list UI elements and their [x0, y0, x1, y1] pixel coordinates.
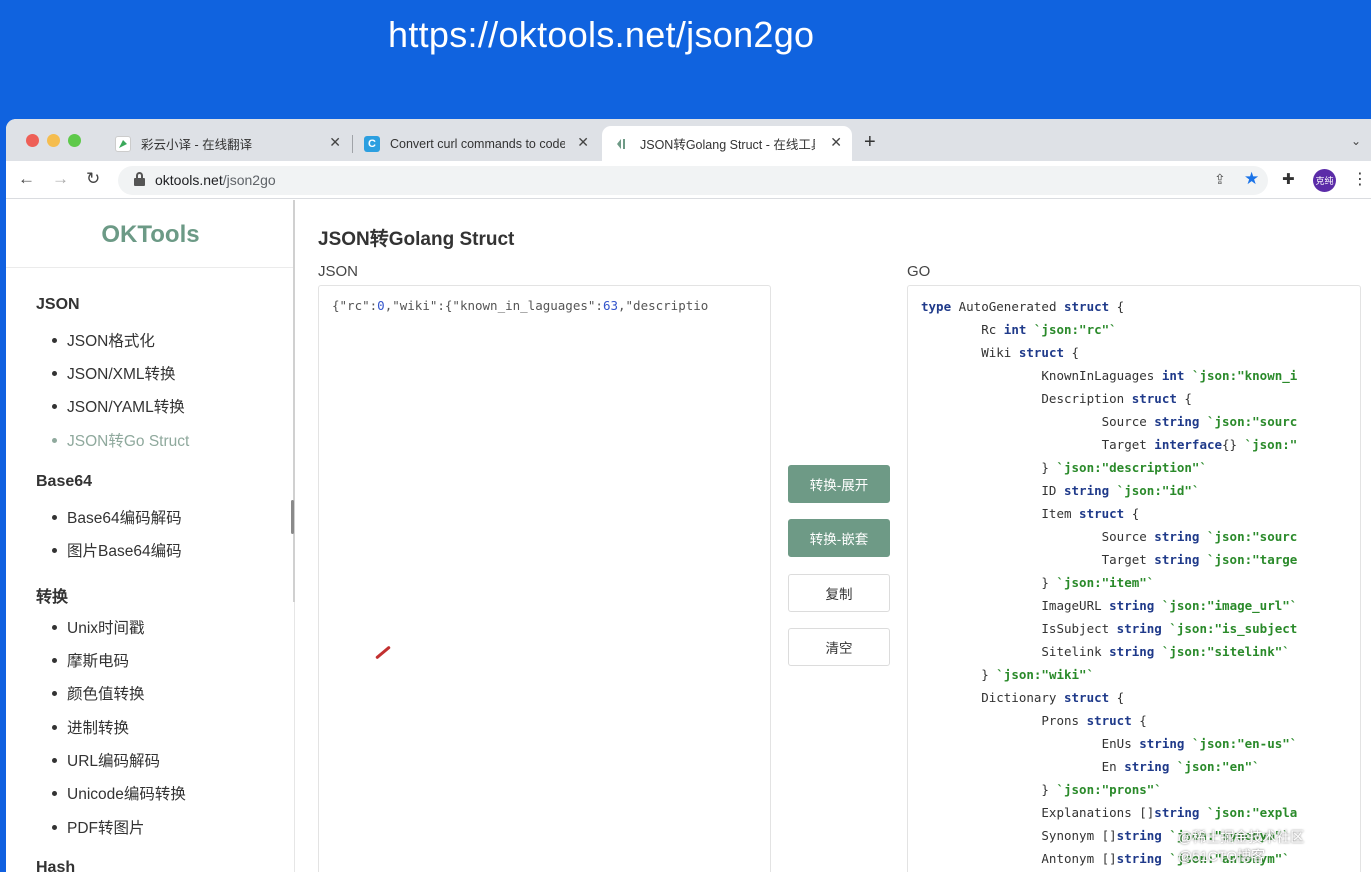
go-code-line: KnownInLaguages int `json:"known_i	[921, 368, 1298, 383]
sidebar-item-image-base64[interactable]: 图片Base64编码	[52, 539, 182, 561]
curlconverter-favicon-icon: C	[364, 135, 380, 152]
share-icon[interactable]: ⇪	[1214, 171, 1226, 188]
json-input-text: {"rc":0,"wiki":{"known_in_laguages":63,"…	[332, 298, 709, 313]
go-code-line: Sitelink string `json:"sitelink"`	[921, 644, 1290, 659]
sidebar-item-json-format[interactable]: JSON格式化	[52, 329, 155, 351]
lock-icon	[134, 172, 145, 186]
maximize-window-button[interactable]	[68, 134, 81, 147]
video-banner: https://oktools.net/json2go	[0, 0, 1371, 120]
go-code-line: Explanations []string `json:"expla	[921, 805, 1298, 820]
tab-caiyun[interactable]: 彩云小译 - 在线翻译 ✕	[106, 126, 351, 161]
convert-expand-button[interactable]: 转换-展开	[788, 465, 890, 503]
go-code-line: Dictionary struct {	[921, 690, 1125, 705]
go-code-line: ImageURL string `json:"image_url"`	[921, 598, 1298, 613]
sidebar-section-base64: Base64	[36, 473, 93, 490]
sidebar-item-json-go[interactable]: JSON转Go Struct	[52, 429, 189, 451]
sidebar-item-base64-codec[interactable]: Base64编码解码	[52, 506, 182, 528]
pen-cursor-icon	[375, 645, 391, 660]
browser-toolbar: ← → ↻ oktools.net/json2go ⇪ ★ ✚ 克纯 ⋮	[6, 161, 1371, 199]
bookmark-star-icon[interactable]: ★	[1244, 169, 1259, 189]
json-input-editor[interactable]: {"rc":0,"wiki":{"known_in_laguages":63,"…	[318, 285, 771, 872]
sidebar-item-morse[interactable]: 摩斯电码	[52, 649, 129, 671]
reload-icon[interactable]: ↻	[86, 169, 100, 189]
go-code-line: Wiki struct {	[921, 345, 1080, 360]
banner-url-text: https://oktools.net/json2go	[388, 14, 815, 55]
go-code-line: ID string `json:"id"`	[921, 483, 1200, 498]
go-code-line: En string `json:"en"`	[921, 759, 1260, 774]
address-bar[interactable]: oktools.net/json2go ⇪ ★	[118, 166, 1268, 195]
sidebar-section-convert: 转换	[36, 589, 69, 606]
tab-json2go[interactable]: JSON转Golang Struct - 在线工具 ✕	[602, 126, 852, 161]
browser-window: 彩云小译 - 在线翻译 ✕ C Convert curl commands to…	[6, 119, 1371, 872]
copy-button[interactable]: 复制	[788, 574, 890, 612]
convert-nested-button[interactable]: 转换-嵌套	[788, 519, 890, 557]
sidebar-scrollbar-track	[293, 200, 295, 602]
tab-title: 彩云小译 - 在线翻译	[141, 138, 253, 152]
go-code-line: } `json:"item"`	[921, 575, 1155, 590]
go-code-line: Source string `json:"sourc	[921, 414, 1298, 429]
sidebar-item-radix[interactable]: 进制转换	[52, 716, 129, 738]
extensions-puzzle-icon[interactable]: ✚	[1282, 170, 1295, 188]
close-tab-icon[interactable]: ✕	[577, 134, 589, 151]
go-code-line: } `json:"prons"`	[921, 782, 1162, 797]
tab-separator	[352, 135, 353, 153]
go-code-line: Item struct {	[921, 506, 1140, 521]
address-url[interactable]: oktools.net/json2go	[155, 172, 276, 188]
tab-curlconverter[interactable]: C Convert curl commands to code ✕	[354, 126, 599, 161]
sidebar-item-json-xml[interactable]: JSON/XML转换	[52, 362, 176, 384]
close-tab-icon[interactable]: ✕	[830, 134, 842, 151]
sidebar-item-json-yaml[interactable]: JSON/YAML转换	[52, 395, 185, 417]
tab-bar: 彩云小译 - 在线翻译 ✕ C Convert curl commands to…	[6, 119, 1371, 161]
close-window-button[interactable]	[26, 134, 39, 147]
back-arrow-icon[interactable]: ←	[18, 169, 35, 189]
watermark-line: @51CTO博客	[1178, 848, 1266, 864]
go-label: GO	[907, 263, 931, 280]
go-code-line: EnUs string `json:"en-us"`	[921, 736, 1298, 751]
watermark: @稀土掘金技术社区 @51CTO博客	[1178, 828, 1304, 866]
main-content: JSON转Golang Struct JSON GO {"rc":0,"wiki…	[296, 200, 1371, 872]
caiyun-favicon-icon	[115, 135, 131, 152]
sidebar-scrollbar-thumb[interactable]	[291, 500, 294, 534]
go-code-line: } `json:"description"`	[921, 460, 1207, 475]
sidebar-section-json: JSON	[36, 296, 80, 313]
go-code-line: Source string `json:"sourc	[921, 529, 1298, 544]
more-menu-icon[interactable]: ⋮	[1352, 169, 1368, 189]
page-title: JSON转Golang Struct	[318, 229, 515, 250]
new-tab-icon[interactable]: +	[864, 131, 876, 154]
close-tab-icon[interactable]: ✕	[329, 134, 341, 151]
forward-arrow-icon[interactable]: →	[52, 169, 69, 189]
json-label: JSON	[318, 263, 359, 280]
go-code-line: Rc int `json:"rc"`	[921, 322, 1117, 337]
clear-button[interactable]: 清空	[788, 628, 890, 666]
go-code-line: Target interface{} `json:"	[921, 437, 1298, 452]
go-code-line: IsSubject string `json:"is_subject	[921, 621, 1298, 636]
sidebar-item-unicode[interactable]: Unicode编码转换	[52, 782, 186, 804]
chevron-down-icon[interactable]: ⌄	[1351, 134, 1361, 148]
go-code-line: } `json:"wiki"`	[921, 667, 1095, 682]
tab-title: Convert curl commands to code	[390, 136, 565, 151]
go-output-editor[interactable]: type AutoGenerated struct { Rc int `json…	[907, 285, 1361, 872]
watermark-line: @稀土掘金技术社区	[1178, 829, 1305, 845]
go-code-line: Target string `json:"targe	[921, 552, 1298, 567]
avatar[interactable]: 克纯	[1313, 169, 1336, 192]
minimize-window-button[interactable]	[47, 134, 60, 147]
sidebar-item-url-codec[interactable]: URL编码解码	[52, 749, 160, 771]
go-code-line: Prons struct {	[921, 713, 1147, 728]
go-code-line: type AutoGenerated struct {	[921, 299, 1125, 314]
oktools-favicon-icon	[614, 136, 630, 152]
tab-title: JSON转Golang Struct - 在线工具	[640, 138, 815, 152]
sidebar-section-hash: Hash	[36, 859, 76, 872]
go-code-line: Description struct {	[921, 391, 1192, 406]
go-output-code: type AutoGenerated struct { Rc int `json…	[921, 295, 1297, 870]
sidebar-item-color[interactable]: 颜色值转换	[52, 682, 145, 704]
brand-logo[interactable]: OKTools	[6, 200, 295, 268]
sidebar-item-pdf-image[interactable]: PDF转图片	[52, 816, 145, 838]
sidebar: OKTools JSON JSON格式化 JSON/XML转换 JSON/YAM…	[6, 200, 295, 872]
sidebar-item-unix-time[interactable]: Unix时间戳	[52, 616, 145, 638]
